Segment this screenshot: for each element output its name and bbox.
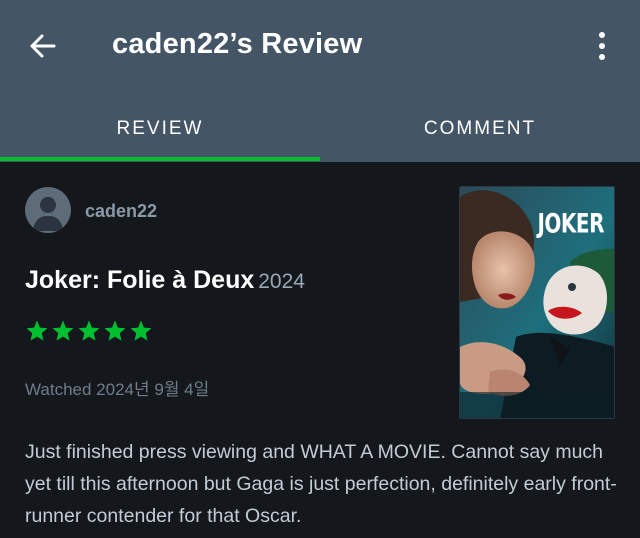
star-icon [26,320,48,341]
star-rating [25,319,153,343]
watched-date: Watched 2024년 9월 4일 [25,380,210,399]
app-header: caden22’s Review REVIEW COMMENT [0,0,640,162]
arrow-left-icon [30,34,56,58]
tab-comment[interactable]: COMMENT [320,96,640,162]
film-title[interactable]: Joker: Folie à Deux 2024 [25,266,305,295]
star-icon [52,320,74,341]
more-options-button[interactable] [588,26,616,66]
back-button[interactable] [22,26,62,66]
star-icon [104,320,126,341]
tab-review[interactable]: REVIEW [0,96,320,162]
film-year[interactable]: 2024 [258,270,305,293]
active-tab-indicator [0,157,320,161]
review-body: Just finished press viewing and WHAT A M… [25,441,617,527]
more-vertical-icon [599,32,605,38]
star-icon [130,320,152,341]
reviewer-username[interactable]: caden22 [85,201,157,222]
user-silhouette-icon [33,197,63,231]
movie-poster[interactable]: JOKER [459,186,615,419]
review-screen: caden22’s Review REVIEW COMMENT caden22 … [0,0,640,538]
star-icon [78,320,100,341]
avatar[interactable] [25,187,71,233]
film-name[interactable]: Joker: Folie à Deux [25,266,254,294]
poster-title: JOKER [537,207,604,240]
page-title: caden22’s Review [112,28,363,60]
